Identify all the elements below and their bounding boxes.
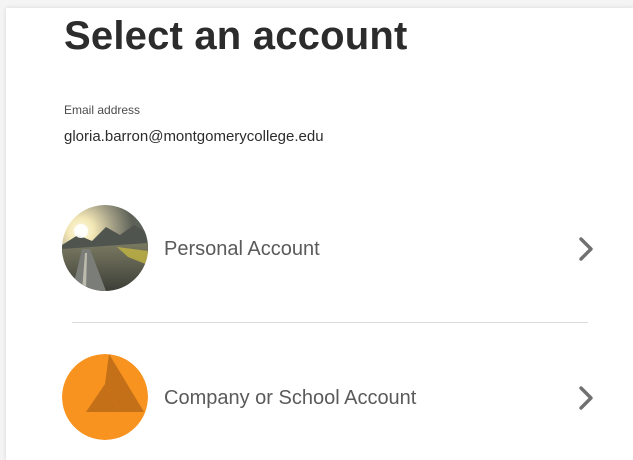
- company-account-label: Company or School Account: [164, 387, 417, 409]
- page-title: Select an account: [64, 14, 408, 58]
- divider: [72, 322, 588, 323]
- chevron-right-icon: [576, 235, 598, 263]
- landscape-photo-avatar-icon: [62, 205, 148, 291]
- email-label: Email address: [64, 103, 141, 117]
- adobe-logo-avatar-icon: [62, 354, 148, 440]
- company-account-option[interactable]: Company or School Account: [62, 354, 602, 442]
- chevron-right-icon: [576, 384, 598, 412]
- personal-account-label: Personal Account: [164, 238, 320, 260]
- personal-account-option[interactable]: Personal Account: [62, 205, 602, 293]
- account-picker-card: Select an account Email address gloria.b…: [6, 8, 633, 460]
- email-value: gloria.barron@montgomerycollege.edu: [64, 128, 324, 145]
